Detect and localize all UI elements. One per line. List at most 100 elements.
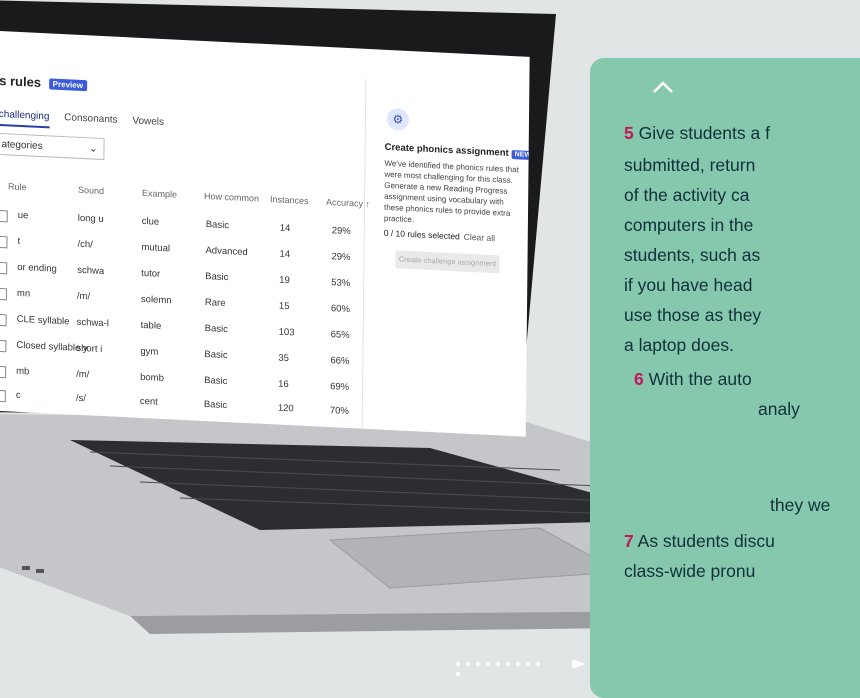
cell-accuracy: 60% [330, 303, 351, 316]
cell-common: Basic [204, 374, 228, 388]
step-5-line: 5 Give students a f [624, 120, 770, 146]
step-line: class-wide pronu [624, 561, 756, 581]
cell-accuracy: 29% [331, 225, 351, 238]
cell-example: tutor [141, 267, 161, 280]
cell-sound: schwa-l [76, 316, 109, 330]
cell-rule: mn [16, 287, 31, 300]
cell-rule: or ending [17, 261, 57, 275]
phonics-icon: ⚙ [386, 107, 410, 131]
step-line: submitted, return [624, 155, 756, 175]
cell-example: table [140, 319, 162, 332]
step-7-line: 7 As students discu [624, 528, 775, 554]
header-rule[interactable]: Rule [8, 181, 27, 192]
row-checkbox[interactable] [0, 209, 8, 223]
cell-example: gym [140, 345, 159, 358]
row-checkbox[interactable] [0, 287, 7, 301]
step-line: use those as they [624, 305, 762, 325]
panel-divider [361, 78, 367, 437]
cell-common: Basic [204, 348, 228, 362]
preview-badge: Preview [48, 78, 88, 92]
cell-rule: CLE syllable [16, 313, 70, 328]
cell-example: mutual [141, 241, 171, 255]
laptop-screen: s rules Preview challenging Consonants V… [0, 0, 540, 437]
cell-accuracy: 70% [329, 405, 349, 418]
chevron-up-icon[interactable] [652, 80, 674, 94]
cell-common: Basic [205, 271, 229, 284]
cell-common: Basic [204, 323, 228, 336]
side-panel-description: We've identified the phonics rules that … [383, 158, 519, 225]
cell-accuracy: 65% [330, 329, 350, 342]
tab-consonants[interactable]: Consonants [64, 112, 117, 130]
cell-rule: mb [16, 365, 30, 378]
cell-sound: long u [77, 212, 104, 226]
instructions-panel: 5 Give students a f submitted, return of… [590, 58, 860, 698]
clear-all-link[interactable]: Clear all [464, 232, 495, 244]
row-checkbox[interactable] [0, 365, 7, 379]
table-header: Rule Sound Example How common Instances … [8, 181, 370, 209]
step-line: they we [770, 495, 831, 515]
cell-sound: short i [76, 342, 103, 355]
cell-accuracy: 53% [331, 277, 351, 290]
step-line: a laptop does. [624, 335, 734, 355]
chevron-down-icon: ⌄ [89, 143, 98, 155]
cell-instances: 16 [278, 378, 289, 391]
row-checkbox[interactable] [0, 389, 6, 403]
step-line: computers in the [624, 215, 754, 235]
header-instances[interactable]: Instances [270, 194, 309, 206]
side-panel-title-text: Create phonics assignment [384, 141, 509, 159]
row-checkbox[interactable] [0, 313, 7, 327]
dotted-connector [456, 659, 586, 676]
cell-rule: t [17, 235, 21, 247]
cell-instances: 120 [277, 402, 294, 415]
cell-instances: 15 [278, 300, 290, 313]
step-number: 7 [624, 531, 634, 551]
category-dropdown-value: ategories [1, 139, 43, 153]
cell-common: Basic [203, 398, 228, 412]
step-text: Give students a f [638, 123, 770, 143]
step-6-line: 6 With the auto [634, 366, 752, 392]
cell-sound: schwa [77, 264, 105, 278]
cell-rule: ue [17, 209, 29, 222]
tab-challenging[interactable]: challenging [0, 108, 50, 129]
cell-sound: /s/ [75, 392, 86, 405]
step-line: if you have head [624, 275, 753, 295]
cell-sound: /m/ [76, 368, 90, 381]
step-line: of the activity ca [624, 185, 750, 205]
row-checkbox[interactable] [0, 261, 8, 275]
step-line: students, such as [624, 245, 761, 265]
step-number: 6 [634, 369, 644, 389]
cell-rule: c [15, 389, 21, 402]
cell-instances: 14 [279, 248, 291, 261]
rules-selected-text: 0 / 10 rules selected [383, 227, 460, 242]
cell-accuracy: 66% [330, 355, 350, 368]
step-text: As students discu [637, 531, 775, 551]
cell-accuracy: 29% [331, 251, 351, 264]
rules-selected-count: 0 / 10 rules selected Clear all [384, 228, 495, 243]
app-window: s rules Preview challenging Consonants V… [0, 29, 530, 437]
cell-sound: /ch/ [77, 238, 93, 251]
step-number: 5 [624, 123, 634, 143]
cell-example: cent [139, 395, 158, 408]
row-checkbox[interactable] [0, 339, 7, 353]
cell-instances: 19 [279, 274, 290, 287]
cell-instances: 35 [278, 352, 290, 365]
cell-example: bomb [140, 371, 164, 385]
side-panel-title: Create phonics assignment NEW [384, 141, 530, 161]
cell-sound: /m/ [76, 290, 91, 303]
row-checkbox[interactable] [0, 235, 8, 249]
tab-bar: challenging Consonants Vowels [0, 108, 176, 135]
step-line: analy [758, 399, 800, 419]
new-badge: NEW [511, 150, 530, 161]
cell-common: Advanced [205, 245, 248, 259]
header-how-common[interactable]: How common [204, 191, 259, 204]
step-text: With the auto [648, 369, 752, 389]
category-dropdown[interactable]: ategories ⌄ [0, 132, 105, 161]
header-example[interactable]: Example [142, 188, 177, 200]
tab-vowels[interactable]: Vowels [132, 115, 164, 132]
cell-example: solemn [140, 293, 172, 307]
create-challenge-assignment-button[interactable]: Create challenge assignment [395, 250, 500, 274]
page-title: s rules Preview [0, 73, 88, 92]
header-sound[interactable]: Sound [78, 185, 104, 196]
cell-common: Rare [204, 297, 226, 310]
cell-accuracy: 69% [330, 381, 350, 394]
